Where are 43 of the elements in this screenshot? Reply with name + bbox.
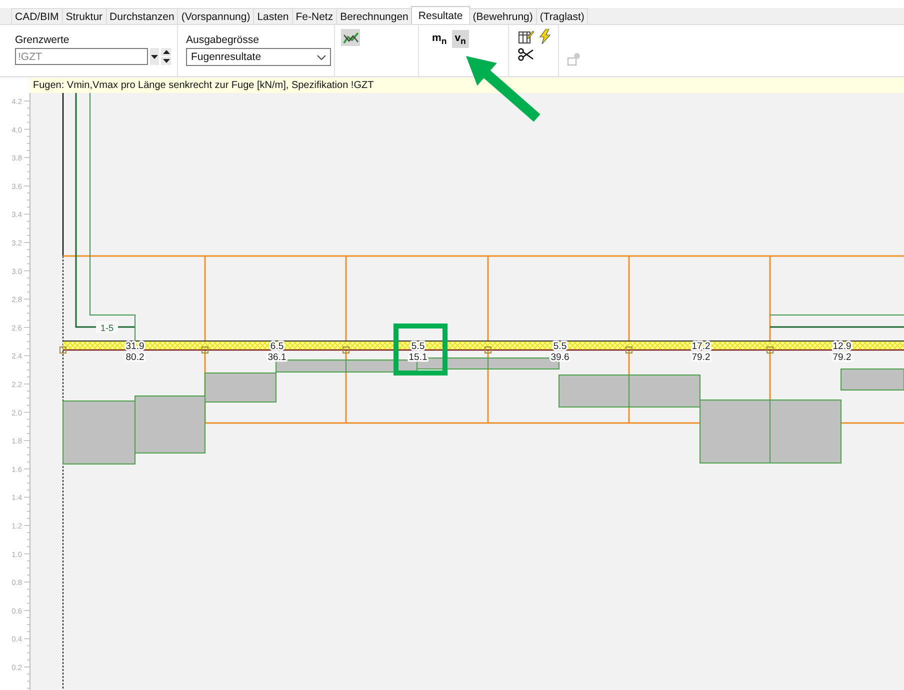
node-marker bbox=[626, 346, 632, 354]
value-label: 39.6 bbox=[550, 352, 570, 363]
tab[interactable]: Berechnungen bbox=[336, 8, 412, 24]
value-label: 17.2 bbox=[692, 341, 710, 352]
node-marker bbox=[484, 346, 492, 354]
chevron-icon bbox=[317, 54, 326, 60]
node-marker bbox=[60, 346, 66, 354]
spin-up-button[interactable] bbox=[161, 48, 171, 56]
value-label: 36.1 bbox=[268, 352, 286, 363]
table-edit-icon[interactable] bbox=[518, 29, 534, 44]
tab[interactable]: (Bewehrung) bbox=[468, 8, 537, 24]
graph-icon bbox=[342, 30, 358, 44]
result-button[interactable]: v$_{n}$ bbox=[452, 30, 469, 48]
value-label: 6.5 bbox=[270, 341, 284, 352]
highlight-frame bbox=[394, 324, 448, 376]
info-text: Fugen: Vmin,Vmax pro Länge senkrecht zur Fuge [kN/m], Spezifikation !GZT bbox=[32, 80, 374, 91]
down-arrow-icon bbox=[162, 59, 170, 63]
value-label: 5.5 bbox=[411, 341, 425, 352]
result-button[interactable]: m$_{n}$ bbox=[429, 30, 450, 48]
value-label: 5.5 bbox=[553, 341, 567, 352]
node-marker bbox=[766, 346, 774, 354]
field-label: Grenzwerte bbox=[15, 34, 70, 46]
lightning-icon[interactable] bbox=[539, 29, 551, 44]
scissors-icon[interactable] bbox=[518, 48, 534, 61]
up-arrow-icon bbox=[162, 50, 170, 54]
tab[interactable]: (Vorspannung) bbox=[177, 8, 254, 24]
value-label: 80.2 bbox=[126, 352, 144, 363]
value-label: 79.2 bbox=[692, 352, 710, 363]
value-label: 79.2 bbox=[832, 352, 852, 363]
tab[interactable]: CAD/BIM bbox=[11, 8, 63, 24]
line-label: 1-5 bbox=[100, 323, 114, 333]
node-marker bbox=[342, 346, 350, 354]
tab[interactable]: Resultate bbox=[411, 6, 470, 24]
node-marker bbox=[202, 346, 208, 354]
value-label: 12.9 bbox=[832, 341, 852, 352]
dropdown-button[interactable] bbox=[150, 48, 159, 65]
tab[interactable]: (Traglast) bbox=[536, 8, 588, 24]
spin-down-button[interactable] bbox=[161, 57, 171, 65]
caret-icon bbox=[151, 54, 158, 58]
output-select[interactable]: Fugenresultate bbox=[186, 48, 331, 66]
graph-button[interactable] bbox=[341, 29, 360, 46]
field-label: Ausgabegrösse bbox=[186, 34, 260, 46]
value-label: 31.9 bbox=[126, 341, 144, 352]
